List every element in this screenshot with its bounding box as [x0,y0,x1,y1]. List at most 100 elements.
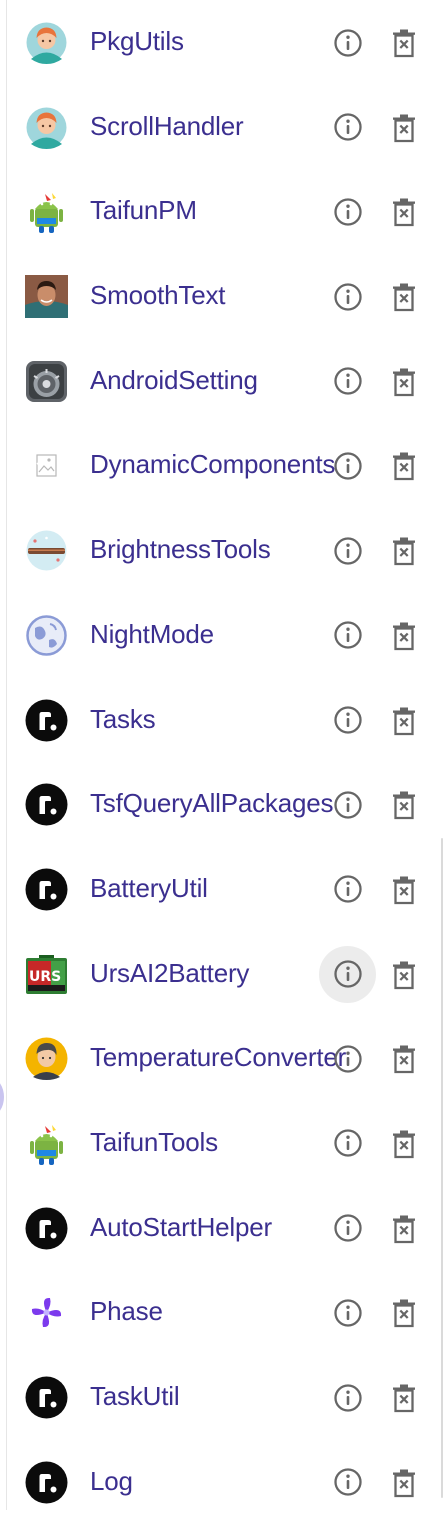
info-button[interactable] [319,522,376,579]
extension-name: TaifunTools [90,1126,218,1157]
delete-button[interactable] [389,1127,419,1161]
delete-button[interactable] [389,958,419,992]
extension-name: TaifunPM [90,195,197,226]
info-button[interactable] [319,1030,376,1087]
extension-row: TaifunPM [0,169,445,254]
trash-icon [392,451,416,481]
info-circle-icon [333,959,363,989]
info-circle-icon [333,451,363,481]
globe-icon [25,614,68,657]
r-logo-icon [25,1207,68,1250]
info-button[interactable] [319,14,376,71]
info-circle-icon [333,1044,363,1074]
delete-button[interactable] [389,788,419,822]
info-button[interactable] [319,353,376,410]
urs-battery-icon: URS [25,953,68,996]
info-button[interactable] [319,1284,376,1341]
extension-row: AutoStartHelper [0,1186,445,1271]
trash-icon [392,367,416,397]
brightness-slider-icon [25,529,68,572]
delete-button[interactable] [389,280,419,314]
trash-icon [392,1383,416,1413]
info-button[interactable] [319,945,376,1003]
delete-button[interactable] [389,195,419,229]
extension-row: PkgUtils [0,0,445,85]
avatar-cartoon-icon [25,1037,68,1081]
pinwheel-icon [25,1291,68,1334]
settings-gear-icon [25,360,68,403]
delete-button[interactable] [389,619,419,653]
info-circle-icon [333,282,363,312]
broken-image-icon [25,444,68,487]
info-button[interactable] [319,607,376,664]
extension-row: TemperatureConverter [0,1016,445,1101]
info-button[interactable] [319,183,376,240]
info-button[interactable] [319,1115,376,1172]
delete-button[interactable] [389,449,419,483]
info-circle-icon [333,1128,363,1158]
info-button[interactable] [319,1200,376,1257]
extension-name: TsfQueryAllPackages [90,788,334,819]
extension-name: PkgUtils [90,26,184,56]
extension-name: UrsAI2Battery [90,957,250,988]
info-circle-icon [333,1383,363,1413]
avatar-redhead-icon [25,106,68,149]
extension-name: BatteryUtil [90,872,208,903]
trash-icon [392,113,416,143]
trash-icon [392,1129,416,1159]
extension-name: AndroidSetting [90,364,258,395]
extension-name: Phase [90,1296,163,1327]
info-circle-icon [333,1298,363,1328]
info-circle-icon [333,112,363,142]
trash-icon [392,1468,416,1498]
extension-row: ScrollHandler [0,85,445,170]
info-circle-icon [333,620,363,650]
delete-button[interactable] [389,365,419,399]
r-logo-icon [25,868,68,911]
extension-name: Log [90,1465,133,1496]
extension-name: DynamicComponents [90,449,336,480]
delete-button[interactable] [389,1042,419,1076]
info-circle-icon [333,1213,363,1243]
info-circle-icon [333,1467,363,1497]
trash-icon [392,1044,416,1074]
info-circle-icon [333,705,363,735]
trash-icon [392,875,416,905]
info-button[interactable] [319,861,376,918]
trash-icon [392,706,416,736]
extension-name: AutoStartHelper [90,1211,272,1242]
trash-icon [392,28,416,58]
taifun-android-icon [25,1122,68,1165]
delete-button[interactable] [389,534,419,568]
trash-icon [392,790,416,820]
delete-button[interactable] [389,873,419,907]
info-button[interactable] [319,1369,376,1426]
info-button[interactable] [319,776,376,833]
delete-button[interactable] [389,1212,419,1246]
info-button[interactable] [319,1454,376,1511]
extension-name: SmoothText [90,280,226,311]
info-button[interactable] [319,99,376,156]
extension-name: Tasks [90,703,156,734]
info-circle-icon [333,790,363,820]
delete-button[interactable] [389,1466,419,1500]
extension-row: AndroidSetting [0,339,445,424]
info-circle-icon [333,28,363,58]
extension-row: NightMode [0,593,445,678]
delete-button[interactable] [389,1296,419,1330]
trash-icon [392,960,416,990]
info-button[interactable] [319,437,376,494]
extension-row: TsfQueryAllPackages [0,762,445,847]
info-button[interactable] [319,268,376,325]
trash-icon [392,621,416,651]
delete-button[interactable] [389,111,419,145]
delete-button[interactable] [389,704,419,738]
r-logo-icon [25,1376,68,1419]
delete-button[interactable] [389,1381,419,1415]
info-button[interactable] [319,692,376,749]
r-logo-icon [25,1461,68,1504]
trash-icon [392,1298,416,1328]
person-photo-icon [25,275,68,319]
trash-icon [392,1214,416,1244]
delete-button[interactable] [389,26,419,60]
